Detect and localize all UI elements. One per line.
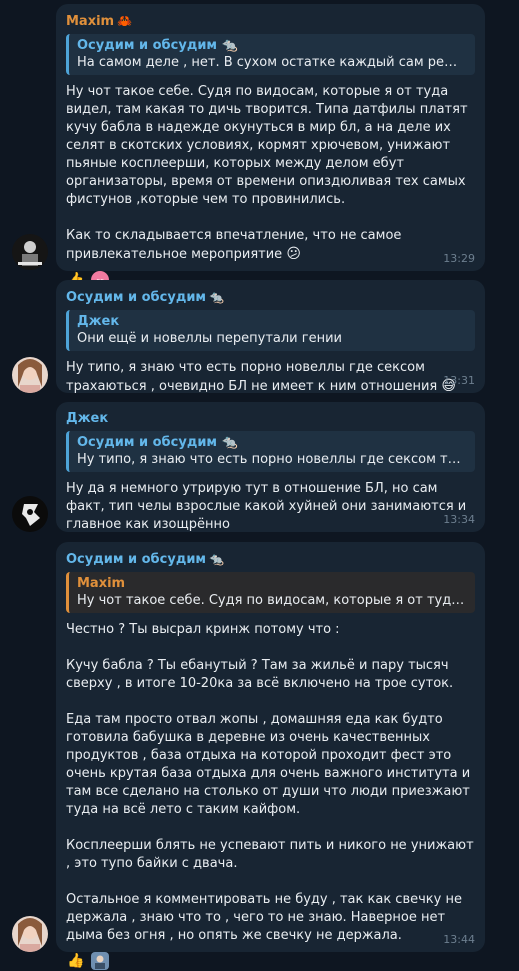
message-bubble[interactable]: Осудим и обсудим 🐀 Джек Они ещё и новеллы… xyxy=(56,280,485,394)
message-bubble[interactable]: Джек Осудим и обсудим 🐀 Ну типо, я знаю … xyxy=(56,402,485,532)
reply-sender-name: Джек xyxy=(77,314,120,329)
rat-icon: 🐀 xyxy=(209,552,225,566)
sender-name[interactable]: Осудим и обсудим 🐀 xyxy=(66,288,475,307)
thumbs-up-reaction-icon[interactable]: 👍 xyxy=(66,951,86,971)
reply-quote[interactable]: Maxim Ну чот такое себе. Судя по видосам… xyxy=(66,572,475,613)
timestamp: 13:29 xyxy=(443,252,475,265)
rat-icon: 🐀 xyxy=(221,38,238,53)
avatar-reaction-icon[interactable] xyxy=(90,951,110,971)
confused-emoji-icon: 😕 xyxy=(286,246,301,262)
reply-quote[interactable]: Осудим и обсудим 🐀 На самом деле , нет. … xyxy=(66,34,475,75)
sender-name[interactable]: Maxim 🦀 xyxy=(66,12,475,31)
avatar[interactable] xyxy=(12,357,48,393)
message-text: Ну да я немного утрирую тут в отношение … xyxy=(66,481,471,532)
reply-sender-name: Осудим и обсудим 🐀 xyxy=(77,38,238,53)
reply-text: Они ещё и новеллы перепутали гении xyxy=(77,331,342,346)
timestamp: 13:34 xyxy=(443,513,475,526)
rat-icon: 🐀 xyxy=(221,435,238,450)
avatar[interactable] xyxy=(12,234,48,270)
message-bubble[interactable]: Осудим и обсудим 🐀 Maxim Ну чот такое себ… xyxy=(56,542,485,970)
reply-text: Ну чот такое себе. Судя по видосам, кото… xyxy=(77,593,467,608)
reactions: 👍 xyxy=(66,951,475,971)
reply-sender-name: Осудим и обсудим 🐀 xyxy=(77,435,238,450)
crab-icon: 🦀 xyxy=(117,14,133,28)
message-text: Ну чот такое себе. Судя по видосам, кото… xyxy=(66,84,468,262)
sender-name[interactable]: Осудим и обсудим 🐀 xyxy=(66,550,475,569)
message-text: Ну типо, я знаю что есть порно новеллы г… xyxy=(66,360,456,394)
timestamp: 13:31 xyxy=(443,374,475,387)
message-bubble[interactable]: Maxim 🦀 Осудим и обсудим 🐀 На самом деле … xyxy=(56,4,485,289)
message-text: Честно ? Ты высрал кринж потому что : Ку… xyxy=(66,622,474,943)
reply-text: Ну типо, я знаю что есть порно новеллы г… xyxy=(77,452,467,467)
reply-quote[interactable]: Осудим и обсудим 🐀 Ну типо, я знаю что е… xyxy=(66,431,475,472)
reply-quote[interactable]: Джек Они ещё и новеллы перепутали гении xyxy=(66,310,475,351)
timestamp: 13:44 xyxy=(443,933,475,946)
reply-text: На самом деле , нет. В сухом остатке каж… xyxy=(77,55,467,70)
rat-icon: 🐀 xyxy=(209,290,225,304)
avatar[interactable] xyxy=(12,496,48,532)
reply-sender-name: Maxim xyxy=(77,576,126,591)
avatar[interactable] xyxy=(12,916,48,952)
sender-name[interactable]: Джек xyxy=(66,410,475,428)
chat-area: Maxim 🦀 Осудим и обсудим 🐀 На самом деле … xyxy=(0,0,519,970)
